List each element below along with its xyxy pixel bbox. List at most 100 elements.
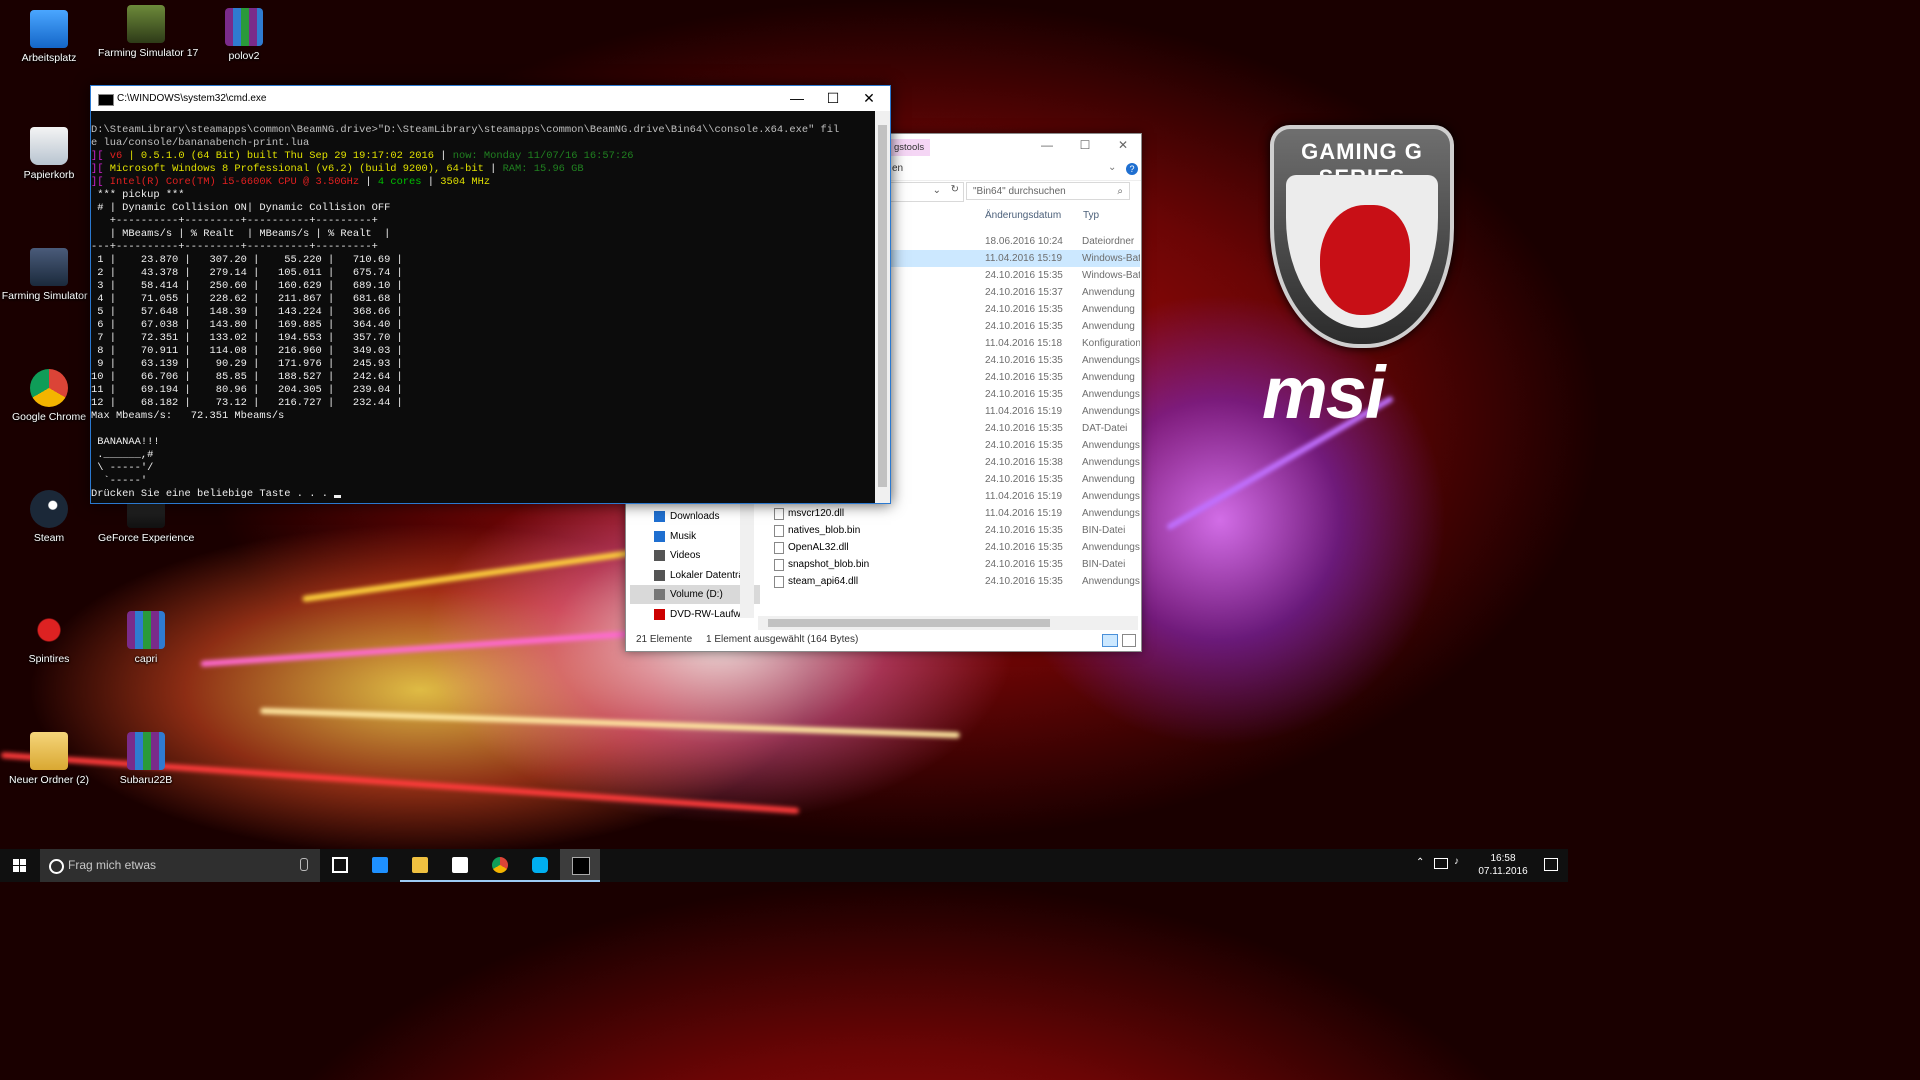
taskbar-app-cmd[interactable] — [560, 849, 600, 882]
file-type: DAT-Datei — [1082, 423, 1128, 434]
taskbar-app-store[interactable] — [440, 849, 480, 882]
cortana-icon — [49, 859, 64, 874]
desktop-icon-neuer-ordner-2[interactable]: Neuer Ordner (2) — [1, 732, 97, 787]
maximize-button[interactable]: ☐ — [1074, 138, 1096, 154]
console-segment: 5 | 57.648 | 148.39 | 143.224 | 368.66 | — [91, 306, 403, 318]
search-icon[interactable]: ⌕ — [1117, 183, 1123, 201]
horizontal-scrollbar[interactable] — [758, 616, 1138, 630]
search-input[interactable]: "Bin64" durchsuchen ⌕ — [966, 182, 1130, 200]
chevron-up-icon[interactable]: ⌃ — [1416, 857, 1424, 868]
taskbar-app-skype[interactable] — [520, 849, 560, 882]
console-line: 10 | 66.706 | 85.85 | 188.527 | 242.64 | — [91, 371, 875, 384]
file-type: Anwendungs — [1082, 576, 1140, 587]
file-date: 24.10.2016 15:37 — [985, 287, 1063, 298]
cmd-window[interactable]: C:\WINDOWS\system32\cmd.exe — ☐ ✕ D:\Ste… — [90, 85, 891, 504]
taskbar-app-task-view[interactable] — [320, 849, 360, 882]
desktop-icon-steam[interactable]: Steam — [1, 490, 97, 545]
cortana-search-box[interactable]: Frag mich etwas — [40, 849, 320, 882]
desktop-icon-google-chrome[interactable]: Google Chrome — [1, 369, 97, 424]
console-segment: | — [122, 150, 141, 162]
notification-icon[interactable] — [1544, 858, 1558, 871]
file-name: snapshot_blob.bin — [788, 559, 870, 570]
minimize-button[interactable]: — — [1036, 138, 1058, 154]
cmd-titlebar[interactable]: C:\WINDOWS\system32\cmd.exe — ☐ ✕ — [91, 86, 890, 111]
desktop-icon-capri[interactable]: capri — [98, 611, 194, 666]
start-button[interactable] — [0, 849, 40, 882]
refresh-icon[interactable]: ↻ — [951, 184, 959, 195]
console-line: .______,# — [91, 449, 875, 462]
nav-item-label: Downloads — [670, 511, 720, 522]
file-row[interactable]: OpenAL32.dll 24.10.2016 15:35 Anwendungs — [774, 539, 1140, 556]
game-icon — [127, 5, 165, 43]
file-row[interactable]: snapshot_blob.bin 24.10.2016 15:35 BIN-Dat… — [774, 556, 1140, 573]
console-line: 8 | 70.911 | 114.08 | 216.960 | 349.03 | — [91, 345, 875, 358]
close-button[interactable]: ✕ — [851, 86, 887, 111]
desktop-icon-arbeitsplatz[interactable]: Arbeitsplatz — [1, 10, 97, 65]
nav-scrollbar[interactable] — [740, 494, 754, 618]
taskbar-app-edge[interactable] — [360, 849, 400, 882]
desktop-icon-farming-simulator-1[interactable]: Farming Simulator 1 — [1, 248, 97, 303]
console-line: ---+----------+---------+----------+----… — [91, 241, 875, 254]
drive-icon — [654, 589, 665, 600]
desktop-icon-polov2[interactable]: polov2 — [196, 8, 292, 63]
tiles-view-icon[interactable] — [1122, 634, 1136, 647]
desktop-icon-spintires[interactable]: Spintires — [1, 611, 97, 666]
help-icon[interactable]: ? — [1126, 163, 1138, 175]
system-tray: ⌃ ♪ 16:58 07.11.2016 — [1408, 849, 1568, 882]
console-line: \ -----'/ — [91, 462, 875, 475]
file-row[interactable]: steam_api64.dll 24.10.2016 15:35 Anwendung… — [774, 573, 1140, 590]
text-cursor — [334, 495, 342, 498]
close-button[interactable]: ✕ — [1112, 138, 1134, 154]
minimize-button[interactable]: — — [779, 86, 815, 111]
console-segment: Intel(R) Core(TM) i5-6600K CPU @ 3.50GHz — [109, 176, 360, 188]
scroll-thumb[interactable] — [878, 125, 887, 487]
music-icon — [654, 530, 665, 542]
volume-icon[interactable]: ♪ — [1454, 856, 1459, 867]
folder-icon — [412, 857, 428, 873]
file-date: 11.04.2016 15:18 — [985, 338, 1063, 349]
column-header-date[interactable]: Änderungsdatum — [985, 210, 1061, 221]
file-type: Konfiguration — [1082, 338, 1140, 349]
taskbar: Frag mich etwas ⌃ ♪ 16:58 07.11.2016 — [0, 849, 1568, 882]
console-scrollbar[interactable] — [875, 111, 890, 503]
clock[interactable]: 16:58 07.11.2016 — [1468, 852, 1538, 878]
microphone-icon[interactable] — [300, 858, 308, 871]
file-row[interactable]: msvcr120.dll 11.04.2016 15:19 Anwendungs — [774, 505, 1140, 522]
console-segment: | — [483, 163, 503, 175]
spintires-icon — [30, 611, 68, 649]
desktop-icon-papierkorb[interactable]: Papierkorb — [1, 127, 97, 182]
console-segment: 2 | 43.378 | 279.14 | 105.011 | 675.74 | — [91, 267, 403, 279]
desktop-icon-subaru22b[interactable]: Subaru22B — [98, 732, 194, 787]
console-segment: ][ — [91, 163, 110, 175]
address-bar[interactable]: ⌄ ↻ — [882, 182, 964, 202]
ribbon-subtab[interactable]: en — [892, 163, 903, 174]
file-type: Windows-Bat — [1082, 253, 1140, 264]
console-segment: Drücken Sie eine beliebige Taste . . . — [91, 488, 335, 500]
file-name: msvcr120.dll — [788, 508, 845, 519]
console-line: D:\SteamLibrary\steamapps\common\BeamNG.… — [91, 124, 875, 137]
file-type: Windows-Bat — [1082, 270, 1140, 281]
network-icon[interactable] — [1434, 858, 1448, 869]
ribbon-tab-tools[interactable]: gstools — [888, 139, 931, 156]
details-view-icon[interactable] — [1102, 634, 1118, 647]
file-icon — [774, 525, 784, 537]
scroll-thumb[interactable] — [768, 619, 1050, 627]
console-segment: RAM: 15.96 GB — [502, 163, 584, 175]
console-output[interactable]: D:\SteamLibrary\steamapps\common\BeamNG.… — [91, 111, 875, 503]
console-line: +----------+---------+----------+-------… — [91, 215, 875, 228]
file-row[interactable]: natives_blob.bin 24.10.2016 15:35 BIN-Date… — [774, 522, 1140, 539]
console-line: # | Dynamic Collision ON| Dynamic Collis… — [91, 202, 875, 215]
console-line: 7 | 72.351 | 133.02 | 194.553 | 357.70 | — [91, 332, 875, 345]
desktop-icon-farming-simulator-17[interactable]: Farming Simulator 17 — [98, 5, 198, 60]
chevron-down-icon[interactable]: ⌄ — [933, 185, 941, 196]
game-icon — [30, 248, 68, 286]
console-segment: ][ — [91, 150, 110, 162]
ribbon-expand-icon[interactable]: ⌄ — [1108, 162, 1116, 173]
console-segment: # | Dynamic Collision ON| Dynamic Collis… — [91, 202, 391, 214]
maximize-button[interactable]: ☐ — [815, 86, 851, 111]
file-name: steam_api64.dll — [788, 576, 859, 587]
taskbar-app-explorer[interactable] — [400, 849, 440, 882]
column-header-type[interactable]: Typ — [1083, 210, 1099, 221]
taskbar-app-chrome[interactable] — [480, 849, 520, 882]
